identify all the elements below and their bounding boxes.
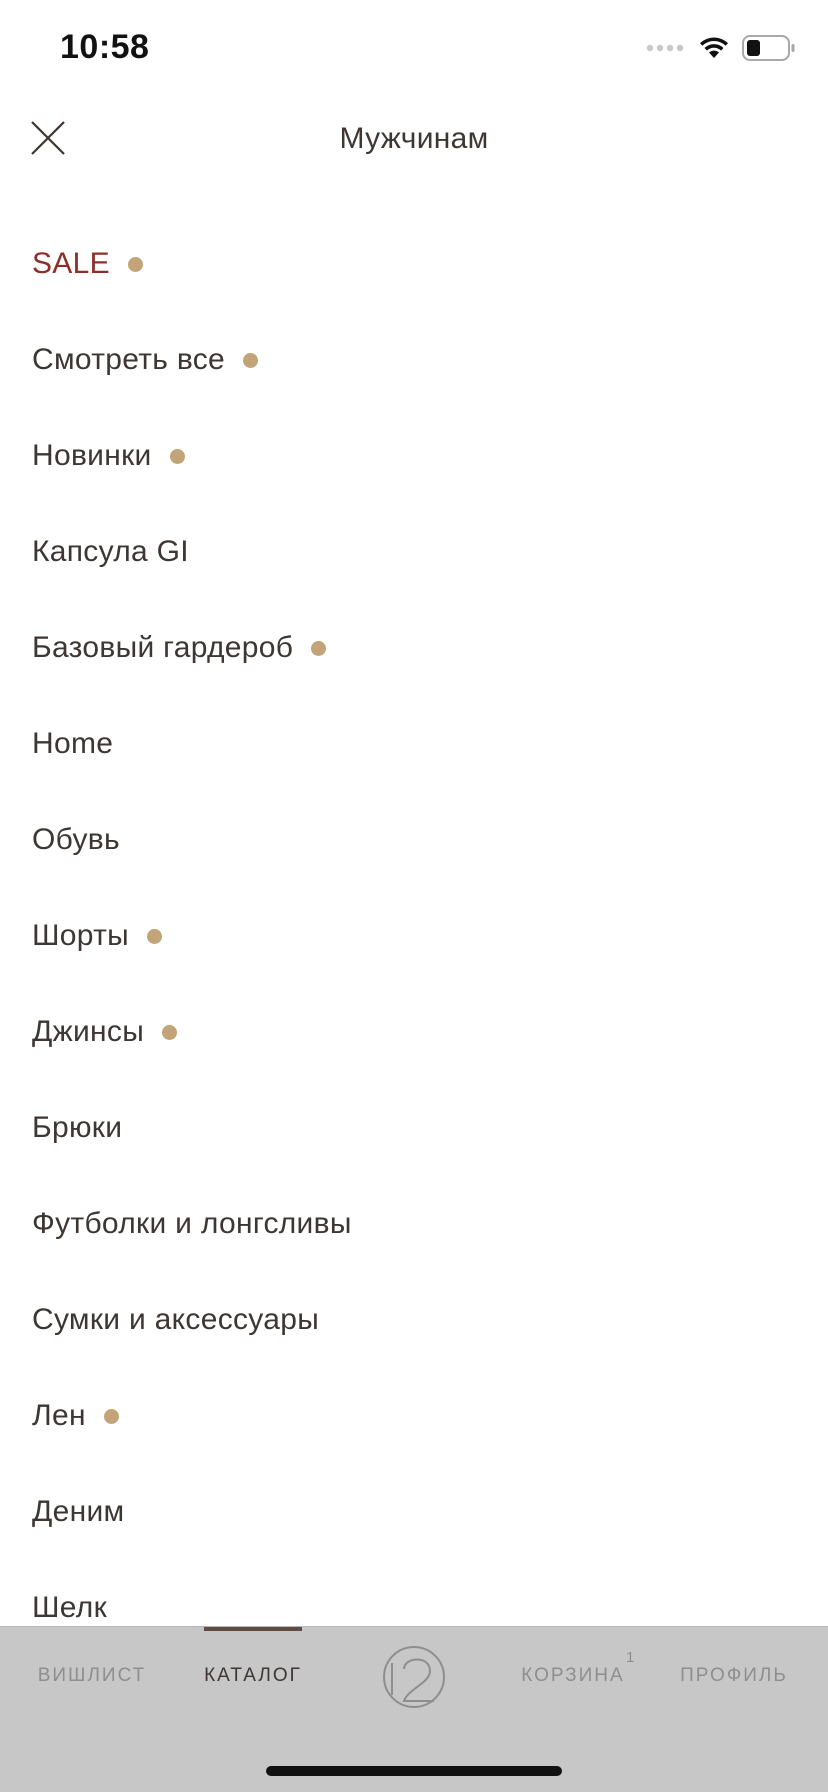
battery-icon	[742, 34, 796, 66]
new-indicator-dot	[147, 928, 163, 944]
menu-item-label: Лен	[32, 1399, 86, 1432]
menu-item-label: SALE	[32, 247, 110, 280]
menu-item-label: Джинсы	[32, 1015, 145, 1048]
menu-item-label: Home	[32, 727, 114, 760]
menu-item-label: Капсула GI	[32, 535, 189, 568]
menu-item-label: Смотреть все	[32, 343, 226, 376]
menu-item-home[interactable]: Home	[0, 696, 828, 792]
home-logo-button[interactable]	[378, 1641, 450, 1713]
menu-item-jeans[interactable]: Джинсы	[0, 984, 828, 1080]
tab-cart[interactable]: КОРЗИНА	[520, 1627, 626, 1725]
menu-item-label: Футболки и лонгсливы	[32, 1207, 352, 1240]
signal-icon	[646, 41, 686, 59]
menu-item-sale[interactable]: SALE	[0, 216, 828, 312]
menu-item-linen[interactable]: Лен	[0, 1368, 828, 1464]
status-icons	[646, 34, 796, 66]
menu-item-shoes[interactable]: Обувь	[0, 792, 828, 888]
menu-item-label: Сумки и аксессуары	[32, 1303, 320, 1336]
status-time: 10:58	[60, 28, 150, 66]
menu-item-new-arrivals[interactable]: Новинки	[0, 408, 828, 504]
new-indicator-dot	[103, 1408, 119, 1424]
menu-item-label: Шелк	[32, 1591, 108, 1624]
cart-count-badge: 1	[626, 1649, 635, 1666]
menu-item-label: Брюки	[32, 1111, 123, 1144]
tab-catalog[interactable]: КАТАЛОГ	[196, 1627, 310, 1725]
page-title: Мужчинам	[339, 122, 489, 155]
wifi-icon	[698, 36, 730, 65]
home-indicator	[266, 1766, 562, 1776]
category-menu: SALE Смотреть все Новинки Капсула GI Баз…	[0, 216, 828, 1656]
menu-item-shorts[interactable]: Шорты	[0, 888, 828, 984]
menu-item-capsule-gi[interactable]: Капсула GI	[0, 504, 828, 600]
new-indicator-dot	[169, 448, 185, 464]
status-bar: 10:58	[0, 0, 828, 100]
menu-item-bags-accessories[interactable]: Сумки и аксессуары	[0, 1272, 828, 1368]
tab-profile[interactable]: ПРОФИЛЬ	[676, 1627, 792, 1725]
menu-item-label: Новинки	[32, 439, 152, 472]
logo-icon	[378, 1646, 450, 1717]
new-indicator-dot	[311, 640, 327, 656]
header: Мужчинам	[0, 100, 828, 184]
menu-item-label: Деним	[32, 1495, 125, 1528]
menu-item-label: Шорты	[32, 919, 130, 952]
tab-wishlist[interactable]: ВИШЛИСТ	[30, 1627, 154, 1725]
menu-item-view-all[interactable]: Смотреть все	[0, 312, 828, 408]
menu-item-tshirts[interactable]: Футболки и лонгсливы	[0, 1176, 828, 1272]
menu-item-label: Базовый гардероб	[32, 631, 294, 664]
menu-item-basic-wardrobe[interactable]: Базовый гардероб	[0, 600, 828, 696]
menu-item-label: Обувь	[32, 823, 120, 856]
new-indicator-dot	[162, 1024, 178, 1040]
bottom-tab-bar: ВИШЛИСТ КАТАЛОГ КОРЗИНА 1 ПРОФИЛЬ	[0, 1626, 828, 1792]
menu-item-denim[interactable]: Деним	[0, 1464, 828, 1560]
menu-item-trousers[interactable]: Брюки	[0, 1080, 828, 1176]
new-indicator-dot	[243, 352, 259, 368]
new-indicator-dot	[127, 256, 143, 272]
